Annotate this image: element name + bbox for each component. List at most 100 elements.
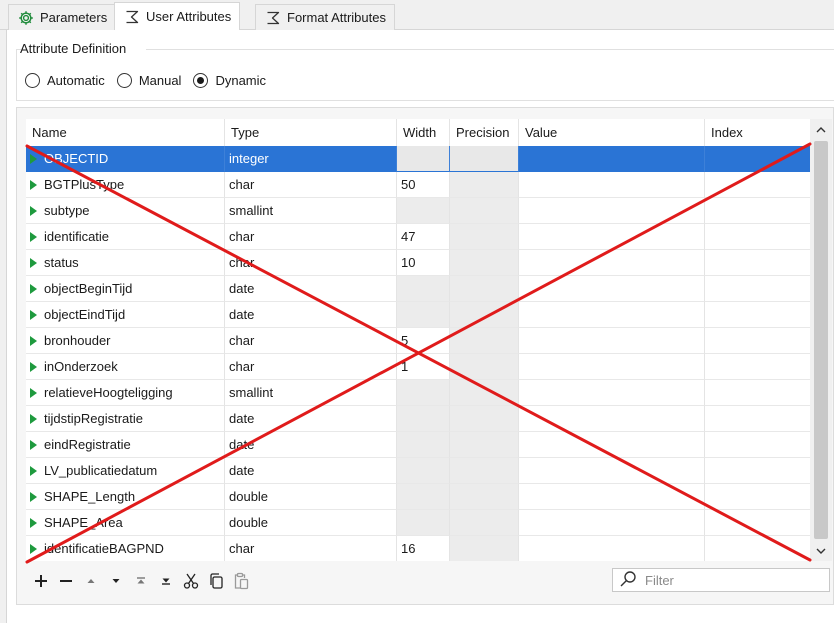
move-bottom-icon[interactable] xyxy=(153,569,178,593)
cell-precision[interactable] xyxy=(450,432,519,458)
cell-value[interactable] xyxy=(519,380,705,406)
table-row[interactable]: identificatie char 47 xyxy=(26,224,810,250)
cell-type[interactable]: date xyxy=(225,302,397,328)
add-icon[interactable] xyxy=(28,569,53,593)
cell-width[interactable] xyxy=(397,276,450,302)
cell-type[interactable]: char xyxy=(225,536,397,561)
cell-name[interactable]: SHAPE_Length xyxy=(26,484,225,510)
cell-type[interactable]: date xyxy=(225,406,397,432)
cell-precision[interactable] xyxy=(450,406,519,432)
cell-width[interactable] xyxy=(397,380,450,406)
cell-value[interactable] xyxy=(519,276,705,302)
radio-dynamic[interactable]: Dynamic xyxy=(193,72,266,88)
cell-value[interactable] xyxy=(519,328,705,354)
cell-width[interactable]: 47 xyxy=(397,224,450,250)
column-header-type[interactable]: Type xyxy=(225,119,397,146)
cell-index[interactable] xyxy=(705,510,810,536)
move-up-icon[interactable] xyxy=(78,569,103,593)
cell-index[interactable] xyxy=(705,172,810,198)
cell-name[interactable]: SHAPE_Area xyxy=(26,510,225,536)
column-header-width[interactable]: Width xyxy=(397,119,450,146)
cell-type[interactable]: smallint xyxy=(225,198,397,224)
cell-width[interactable] xyxy=(397,146,450,172)
cell-precision[interactable] xyxy=(450,198,519,224)
cell-value[interactable] xyxy=(519,146,705,172)
cell-type[interactable]: date xyxy=(225,458,397,484)
cell-width[interactable] xyxy=(397,406,450,432)
cell-name[interactable]: identificatieBAGPND xyxy=(26,536,225,561)
cell-width[interactable] xyxy=(397,432,450,458)
column-header-name[interactable]: Name xyxy=(26,119,225,146)
cell-width[interactable]: 1 xyxy=(397,354,450,380)
table-row[interactable]: inOnderzoek char 1 xyxy=(26,354,810,380)
table-row[interactable]: eindRegistratie date xyxy=(26,432,810,458)
cell-value[interactable] xyxy=(519,172,705,198)
filter-input[interactable] xyxy=(643,571,823,589)
cell-width[interactable]: 5 xyxy=(397,328,450,354)
cell-precision[interactable] xyxy=(450,172,519,198)
cell-index[interactable] xyxy=(705,536,810,561)
cell-name[interactable]: LV_publicatiedatum xyxy=(26,458,225,484)
cell-width[interactable] xyxy=(397,302,450,328)
cell-name[interactable]: eindRegistratie xyxy=(26,432,225,458)
vertical-scrollbar[interactable] xyxy=(810,119,832,561)
cell-precision[interactable] xyxy=(450,146,519,172)
cell-type[interactable]: double xyxy=(225,484,397,510)
table-row[interactable]: identificatieBAGPND char 16 xyxy=(26,536,810,561)
cell-type[interactable]: char xyxy=(225,328,397,354)
cell-index[interactable] xyxy=(705,484,810,510)
radio-button[interactable] xyxy=(25,72,40,88)
tab-user-attributes[interactable]: User Attributes xyxy=(114,2,241,30)
cell-precision[interactable] xyxy=(450,484,519,510)
table-row[interactable]: subtype smallint xyxy=(26,198,810,224)
cell-index[interactable] xyxy=(705,198,810,224)
radio-manual[interactable]: Manual xyxy=(116,72,181,88)
cell-width[interactable]: 50 xyxy=(397,172,450,198)
cell-index[interactable] xyxy=(705,302,810,328)
cell-value[interactable] xyxy=(519,198,705,224)
cell-name[interactable]: tijdstipRegistratie xyxy=(26,406,225,432)
radio-button[interactable] xyxy=(193,72,209,88)
table-row[interactable]: status char 10 xyxy=(26,250,810,276)
cell-value[interactable] xyxy=(519,484,705,510)
cut-icon[interactable] xyxy=(178,569,203,593)
cell-precision[interactable] xyxy=(450,380,519,406)
cell-precision[interactable] xyxy=(450,224,519,250)
cell-precision[interactable] xyxy=(450,250,519,276)
move-top-icon[interactable] xyxy=(128,569,153,593)
cell-value[interactable] xyxy=(519,302,705,328)
cell-type[interactable]: char xyxy=(225,172,397,198)
cell-index[interactable] xyxy=(705,328,810,354)
table-row[interactable]: SHAPE_Area double xyxy=(26,510,810,536)
paste-icon[interactable] xyxy=(228,569,253,593)
column-header-value[interactable]: Value xyxy=(519,119,705,146)
table-row[interactable]: relatieveHoogteligging smallint xyxy=(26,380,810,406)
table-row[interactable]: objectEindTijd date xyxy=(26,302,810,328)
cell-precision[interactable] xyxy=(450,302,519,328)
cell-value[interactable] xyxy=(519,250,705,276)
cell-type[interactable]: integer xyxy=(225,146,397,172)
table-row[interactable]: BGTPlusType char 50 xyxy=(26,172,810,198)
cell-index[interactable] xyxy=(705,250,810,276)
table-row[interactable]: LV_publicatiedatum date xyxy=(26,458,810,484)
cell-type[interactable]: double xyxy=(225,510,397,536)
scroll-down-icon[interactable] xyxy=(810,541,832,561)
cell-precision[interactable] xyxy=(450,328,519,354)
move-down-icon[interactable] xyxy=(103,569,128,593)
cell-index[interactable] xyxy=(705,380,810,406)
scrollbar-thumb[interactable] xyxy=(814,141,828,539)
cell-precision[interactable] xyxy=(450,510,519,536)
cell-precision[interactable] xyxy=(450,354,519,380)
cell-type[interactable]: date xyxy=(225,432,397,458)
cell-value[interactable] xyxy=(519,510,705,536)
cell-name[interactable]: status xyxy=(26,250,225,276)
table-row[interactable]: tijdstipRegistratie date xyxy=(26,406,810,432)
cell-value[interactable] xyxy=(519,406,705,432)
tab-parameters[interactable]: Parameters xyxy=(8,4,117,30)
column-header-index[interactable]: Index xyxy=(705,119,810,146)
cell-width[interactable] xyxy=(397,510,450,536)
remove-icon[interactable] xyxy=(53,569,78,593)
table-row[interactable]: OBJECTID integer xyxy=(26,146,810,172)
cell-precision[interactable] xyxy=(450,458,519,484)
cell-value[interactable] xyxy=(519,458,705,484)
